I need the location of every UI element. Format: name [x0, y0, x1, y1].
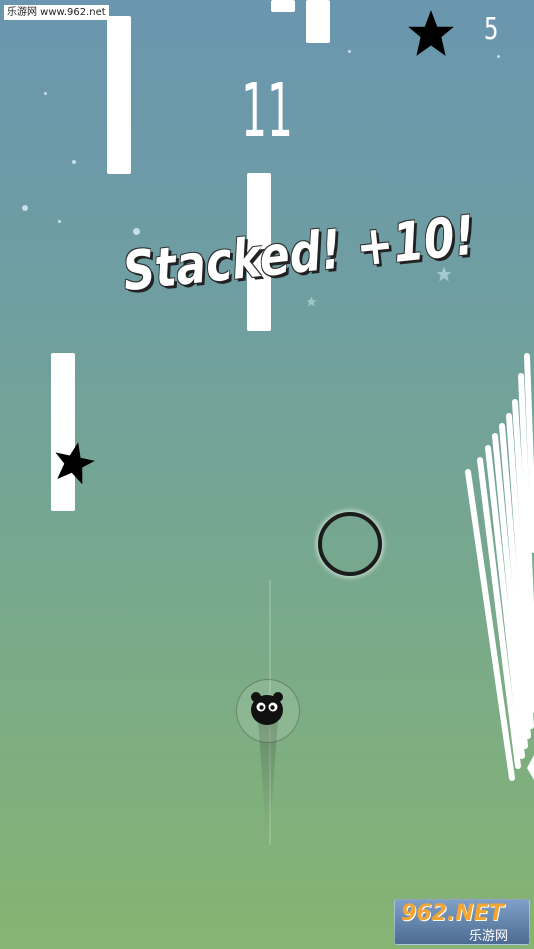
bar-platform: [306, 0, 330, 43]
bg-particle: [133, 228, 140, 235]
collectible-star-icon: [55, 442, 95, 484]
bg-particle: [497, 55, 500, 58]
bg-particle: [44, 92, 47, 95]
bg-particle: [22, 205, 28, 211]
watermark-label: 乐游网 www.962.net: [4, 5, 109, 20]
bg-particle: [72, 160, 76, 164]
bar-platform: [51, 353, 75, 511]
bg-particle: [58, 220, 61, 223]
speed-lines: [465, 353, 534, 781]
logo-sub-text: 乐游网: [469, 929, 509, 944]
star-count: 5: [484, 12, 499, 47]
bg-particle: [348, 50, 351, 53]
site-logo: 962.NET 乐游网: [394, 899, 530, 945]
logo-main-text: 962.NET: [401, 901, 504, 926]
stacked-bonus-popup: Stacked! +10!: [119, 203, 478, 304]
player-panda-icon[interactable]: [248, 689, 286, 727]
score-display: 11: [241, 68, 293, 154]
game-scene[interactable]: 5 11 Stacked! +10! 乐游网 www.962.net 962.N…: [0, 0, 534, 949]
ring-target-icon: [318, 512, 382, 576]
sparkle-star-icon: [306, 296, 317, 307]
bar-platform: [271, 0, 295, 12]
star-icon: [408, 10, 454, 56]
